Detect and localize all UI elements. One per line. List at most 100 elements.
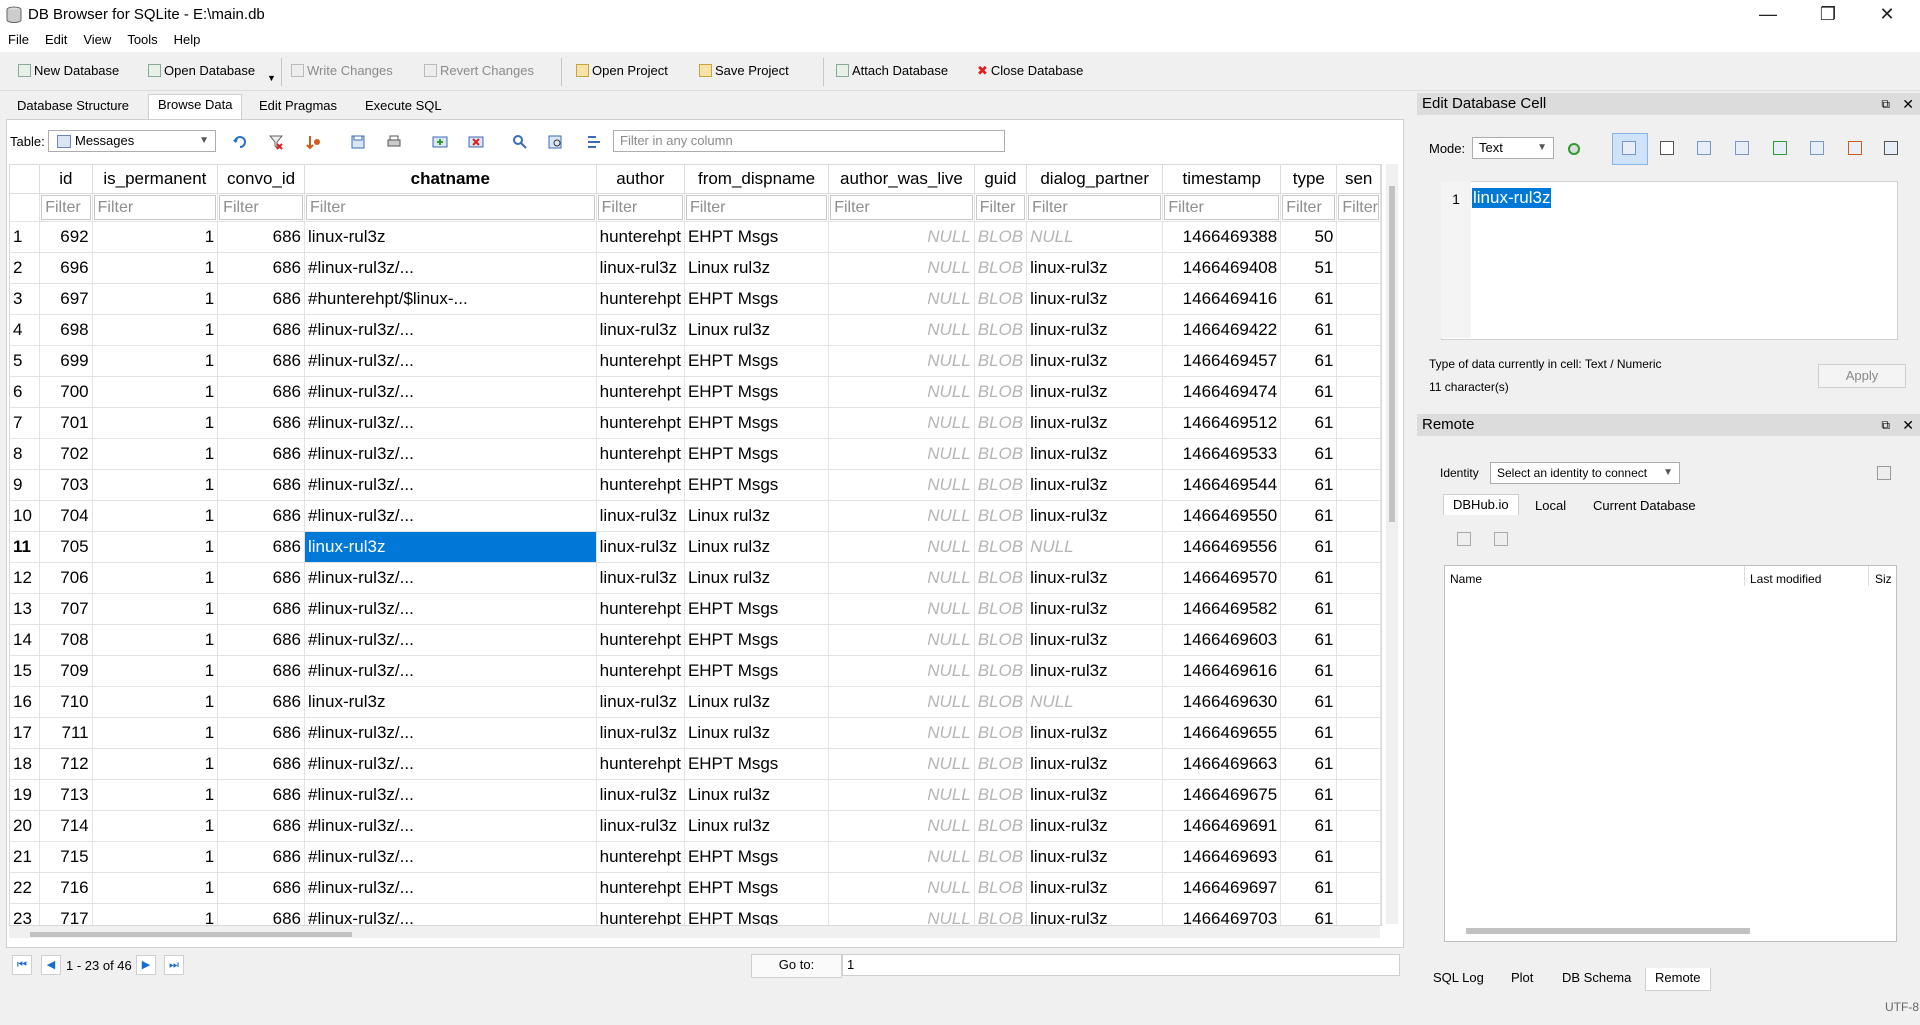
write-changes-button[interactable]: Write Changes <box>291 63 393 78</box>
cell-author[interactable]: linux-rul3z <box>596 779 685 811</box>
cell-is_permanent[interactable]: 1 <box>92 345 219 377</box>
column-header-dialog_partner[interactable]: dialog_partner <box>1026 165 1164 194</box>
cell-guid[interactable]: BLOB <box>974 345 1028 377</box>
cell-type[interactable]: 61 <box>1280 531 1338 563</box>
cell-author[interactable]: hunterehpt <box>596 376 685 408</box>
cell-author[interactable]: hunterehpt <box>596 221 685 253</box>
open-database-dropdown-icon[interactable]: ▼ <box>267 73 276 83</box>
cell-sen[interactable] <box>1336 655 1381 687</box>
cell-chatname[interactable]: #linux-rul3z/... <box>304 252 597 284</box>
table-row[interactable]: 10 704 1 686 #linux-rul3z/... linux-rul3z Linu… <box>10 500 1381 532</box>
row-number[interactable]: 18 <box>10 748 41 780</box>
cell-timestamp[interactable]: 1466469550 <box>1162 500 1282 532</box>
row-number[interactable]: 20 <box>10 810 41 842</box>
row-number[interactable]: 10 <box>10 500 41 532</box>
filter-input-author[interactable]: Filter <box>597 195 683 220</box>
table-row[interactable]: 2 696 1 686 #linux-rul3z/... linux-rul3z Linux… <box>10 252 1381 284</box>
cell-is_permanent[interactable]: 1 <box>92 841 219 873</box>
copy-icon[interactable] <box>1810 141 1824 155</box>
table-row[interactable]: 23 717 1 686 #linux-rul3z/... hunterehpt EHPT … <box>10 903 1381 925</box>
table-row[interactable]: 4 698 1 686 #linux-rul3z/... linux-rul3z Linux… <box>10 314 1381 346</box>
cell-author[interactable]: hunterehpt <box>596 872 685 904</box>
cell-guid[interactable]: BLOB <box>974 221 1028 253</box>
cell-convo_id[interactable]: 686 <box>217 810 305 842</box>
cell-sen[interactable] <box>1336 872 1381 904</box>
tab-browse-data[interactable]: Browse Data <box>148 94 243 121</box>
row-number[interactable]: 8 <box>10 438 41 470</box>
remote-clone-icon[interactable] <box>1494 532 1508 546</box>
cell-from_dispname[interactable]: Linux rul3z <box>684 686 830 718</box>
cell-chatname[interactable]: #linux-rul3z/... <box>304 748 597 780</box>
cell-timestamp[interactable]: 1466469663 <box>1162 748 1282 780</box>
cell-guid[interactable]: BLOB <box>974 872 1028 904</box>
cell-id[interactable]: 697 <box>39 283 93 315</box>
cell-is_permanent[interactable]: 1 <box>92 624 219 656</box>
cell-author[interactable]: hunterehpt <box>596 655 685 687</box>
cell-convo_id[interactable]: 686 <box>217 221 305 253</box>
column-header-guid[interactable]: guid <box>974 165 1028 194</box>
cell-timestamp[interactable]: 1466469697 <box>1162 872 1282 904</box>
cell-type[interactable]: 61 <box>1280 872 1338 904</box>
cell-author[interactable]: linux-rul3z <box>596 500 685 532</box>
cell-type[interactable]: 61 <box>1280 624 1338 656</box>
column-header-from_dispname[interactable]: from_dispname <box>684 165 830 194</box>
cell-dialog_partner[interactable]: linux-rul3z <box>1026 345 1164 377</box>
cell-id[interactable]: 712 <box>39 748 93 780</box>
cell-is_permanent[interactable]: 1 <box>92 314 219 346</box>
cell-author_was_live[interactable]: NULL <box>828 345 975 377</box>
table-row[interactable]: 20 714 1 686 #linux-rul3z/... linux-rul3z Linu… <box>10 810 1381 842</box>
cell-convo_id[interactable]: 686 <box>217 717 305 749</box>
cell-dialog_partner[interactable]: linux-rul3z <box>1026 748 1164 780</box>
cell-guid[interactable]: BLOB <box>974 469 1028 501</box>
column-header-convo_id[interactable]: convo_id <box>217 165 305 194</box>
filter-input-convo_id[interactable]: Filter <box>219 195 303 220</box>
cell-is_permanent[interactable]: 1 <box>92 686 219 718</box>
find-replace-icon[interactable] <box>548 134 564 150</box>
table-row[interactable]: 8 702 1 686 #linux-rul3z/... hunterehpt EHPT M… <box>10 438 1381 470</box>
row-number[interactable]: 5 <box>10 345 41 377</box>
table-row[interactable]: 13 707 1 686 #linux-rul3z/... hunterehpt EHPT … <box>10 593 1381 625</box>
cell-guid[interactable]: BLOB <box>974 593 1028 625</box>
cell-id[interactable]: 707 <box>39 593 93 625</box>
word-wrap-icon[interactable] <box>1660 141 1674 155</box>
close-database-button[interactable]: ✖ Close Database <box>977 63 1083 79</box>
cell-from_dispname[interactable]: EHPT Msgs <box>684 655 830 687</box>
tab-dbhub[interactable]: DBHub.io <box>1443 494 1519 515</box>
menu-view[interactable]: View <box>75 30 119 47</box>
cell-is_permanent[interactable]: 1 <box>92 252 219 284</box>
column-header-id[interactable]: id <box>39 165 93 194</box>
auto-format-icon[interactable] <box>1566 141 1582 157</box>
cell-dialog_partner[interactable]: linux-rul3z <box>1026 562 1164 594</box>
cell-editor-text[interactable]: linux-rul3z <box>1472 188 1552 208</box>
row-number[interactable]: 23 <box>10 903 41 925</box>
cell-is_permanent[interactable]: 1 <box>92 779 219 811</box>
apply-button[interactable]: Apply <box>1818 364 1906 388</box>
cell-sen[interactable] <box>1336 469 1381 501</box>
remote-column-size[interactable]: Siz <box>1875 572 1892 586</box>
cell-dialog_partner[interactable]: linux-rul3z <box>1026 903 1164 925</box>
cell-author[interactable]: linux-rul3z <box>596 562 685 594</box>
cell-guid[interactable]: BLOB <box>974 376 1028 408</box>
cell-dialog_partner[interactable]: linux-rul3z <box>1026 810 1164 842</box>
cell-guid[interactable]: BLOB <box>974 500 1028 532</box>
cell-id[interactable]: 713 <box>39 779 93 811</box>
cell-sen[interactable] <box>1336 500 1381 532</box>
cell-author_was_live[interactable]: NULL <box>828 314 975 346</box>
row-number[interactable]: 19 <box>10 779 41 811</box>
cell-from_dispname[interactable]: EHPT Msgs <box>684 283 830 315</box>
table-row[interactable]: 5 699 1 686 #linux-rul3z/... hunterehpt EHPT M… <box>10 345 1381 377</box>
cell-is_permanent[interactable]: 1 <box>92 655 219 687</box>
cell-author_was_live[interactable]: NULL <box>828 438 975 470</box>
cell-convo_id[interactable]: 686 <box>217 748 305 780</box>
menu-edit[interactable]: Edit <box>37 30 75 47</box>
cell-author_was_live[interactable]: NULL <box>828 376 975 408</box>
cell-type[interactable]: 61 <box>1280 500 1338 532</box>
menu-file[interactable]: File <box>0 30 37 47</box>
table-row[interactable]: 1 692 1 686 linux-rul3z hunterehpt EHPT Msgs NU… <box>10 221 1381 253</box>
cell-dialog_partner[interactable]: linux-rul3z <box>1026 593 1164 625</box>
cell-author_was_live[interactable]: NULL <box>828 810 975 842</box>
cell-dialog_partner[interactable]: linux-rul3z <box>1026 469 1164 501</box>
cell-timestamp[interactable]: 1466469693 <box>1162 841 1282 873</box>
cell-author[interactable]: hunterehpt <box>596 407 685 439</box>
cell-sen[interactable] <box>1336 283 1381 315</box>
